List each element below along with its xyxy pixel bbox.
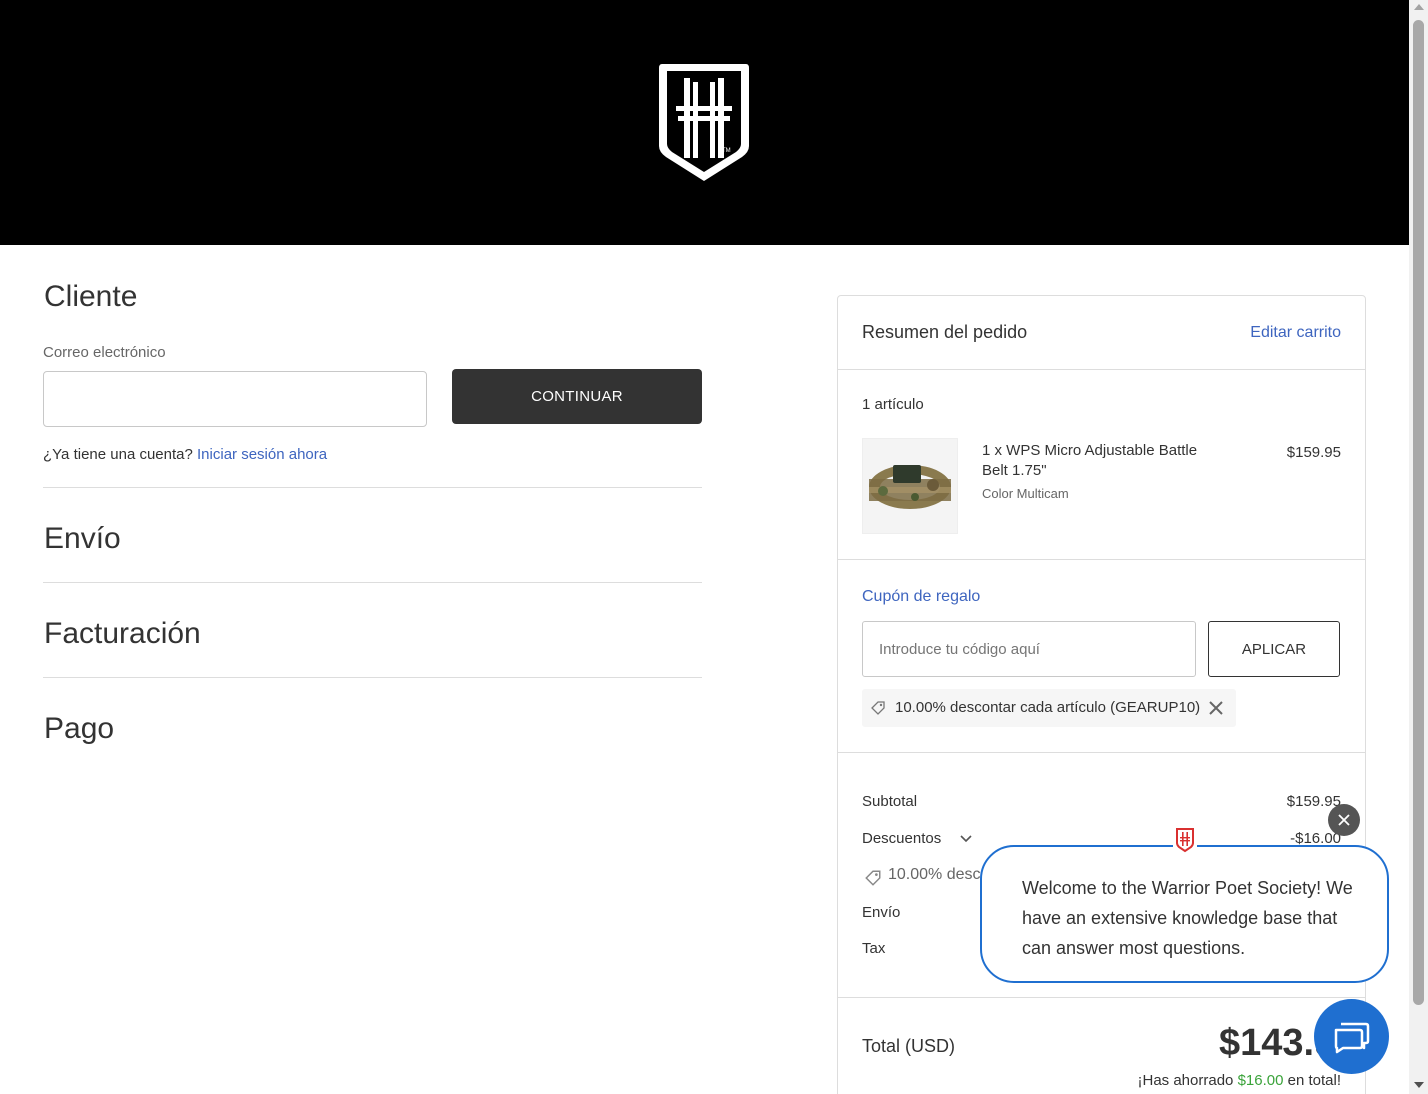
savings-amount: $16.00 — [1237, 1072, 1284, 1089]
items-count: 1 artículo — [862, 396, 924, 413]
summary-divider — [838, 559, 1365, 560]
remove-coupon-icon[interactable] — [1208, 700, 1224, 716]
savings-note: ¡Has ahorrado $16.00 en total! — [1138, 1072, 1342, 1089]
section-divider — [43, 487, 702, 488]
payment-section-title[interactable]: Pago — [44, 712, 114, 746]
site-header: TM — [0, 0, 1409, 245]
subtotal-label: Subtotal — [862, 793, 918, 810]
svg-text:TM: TM — [722, 148, 731, 154]
product-option: Color Multicam — [982, 486, 1069, 501]
billing-section-title[interactable]: Facturación — [44, 617, 201, 651]
applied-coupon-text: 10.00% descontar cada artículo (GEARUP10… — [895, 699, 1201, 716]
page-scrollbar[interactable] — [1409, 0, 1428, 1094]
email-input[interactable] — [43, 371, 427, 427]
discounts-toggle[interactable]: Descuentos — [862, 830, 941, 847]
discount-detail: 10.00% desc — [888, 866, 981, 883]
tax-label: Tax — [862, 940, 886, 957]
tag-icon — [865, 870, 881, 886]
account-prompt: ¿Ya tiene una cuenta? Iniciar sesión aho… — [43, 446, 327, 463]
apply-coupon-button[interactable]: APLICAR — [1208, 621, 1340, 677]
close-icon — [1338, 814, 1350, 826]
summary-divider — [838, 997, 1365, 998]
scroll-down-arrow-icon[interactable] — [1414, 1082, 1424, 1088]
product-name: 1 x WPS Micro Adjustable Battle Belt 1.7… — [982, 442, 1198, 479]
chevron-down-icon[interactable] — [960, 833, 972, 845]
continue-button[interactable]: CONTINUAR — [452, 369, 702, 424]
summary-title: Resumen del pedido — [862, 322, 1028, 342]
close-chat-bubble-button[interactable] — [1328, 804, 1360, 836]
savings-suffix: en total! — [1287, 1072, 1341, 1089]
chat-bubbles-icon — [1334, 1022, 1369, 1053]
tag-icon — [871, 701, 885, 715]
applied-coupon-chip: 10.00% descontar cada artículo (GEARUP10… — [862, 689, 1236, 727]
scroll-up-arrow-icon[interactable] — [1414, 4, 1424, 10]
account-question: ¿Ya tiene una cuenta? — [43, 446, 193, 463]
email-label: Correo electrónico — [43, 344, 166, 361]
scroll-thumb[interactable] — [1413, 20, 1424, 1005]
total-label: Total (USD) — [862, 1036, 956, 1056]
coupon-toggle-link[interactable]: Cupón de regalo — [862, 588, 980, 606]
shipping-label: Envío — [862, 904, 901, 921]
chat-welcome-bubble[interactable]: Welcome to the Warrior Poet Society! We … — [980, 845, 1389, 983]
belt-image-icon — [869, 465, 951, 509]
summary-header: Resumen del pedido Editar carrito — [838, 296, 1365, 370]
savings-prefix: ¡Has ahorrado — [1137, 1072, 1234, 1089]
signin-link[interactable]: Iniciar sesión ahora — [197, 446, 327, 463]
chat-welcome-message: Welcome to the Warrior Poet Society! We … — [1022, 878, 1353, 958]
edit-cart-link[interactable]: Editar carrito — [1250, 324, 1341, 342]
chat-brand-logo-icon — [1173, 826, 1197, 854]
section-divider — [43, 677, 702, 678]
product-image — [862, 438, 958, 534]
coupon-code-input[interactable] — [862, 621, 1196, 677]
summary-divider — [838, 752, 1365, 753]
product-price: $159.95 — [1286, 444, 1341, 461]
shield-logo-icon[interactable]: TM — [656, 60, 752, 184]
customer-section-title: Cliente — [44, 280, 138, 313]
shipping-section-title[interactable]: Envío — [44, 522, 121, 556]
section-divider — [43, 582, 702, 583]
chat-launcher-button[interactable] — [1314, 999, 1389, 1074]
